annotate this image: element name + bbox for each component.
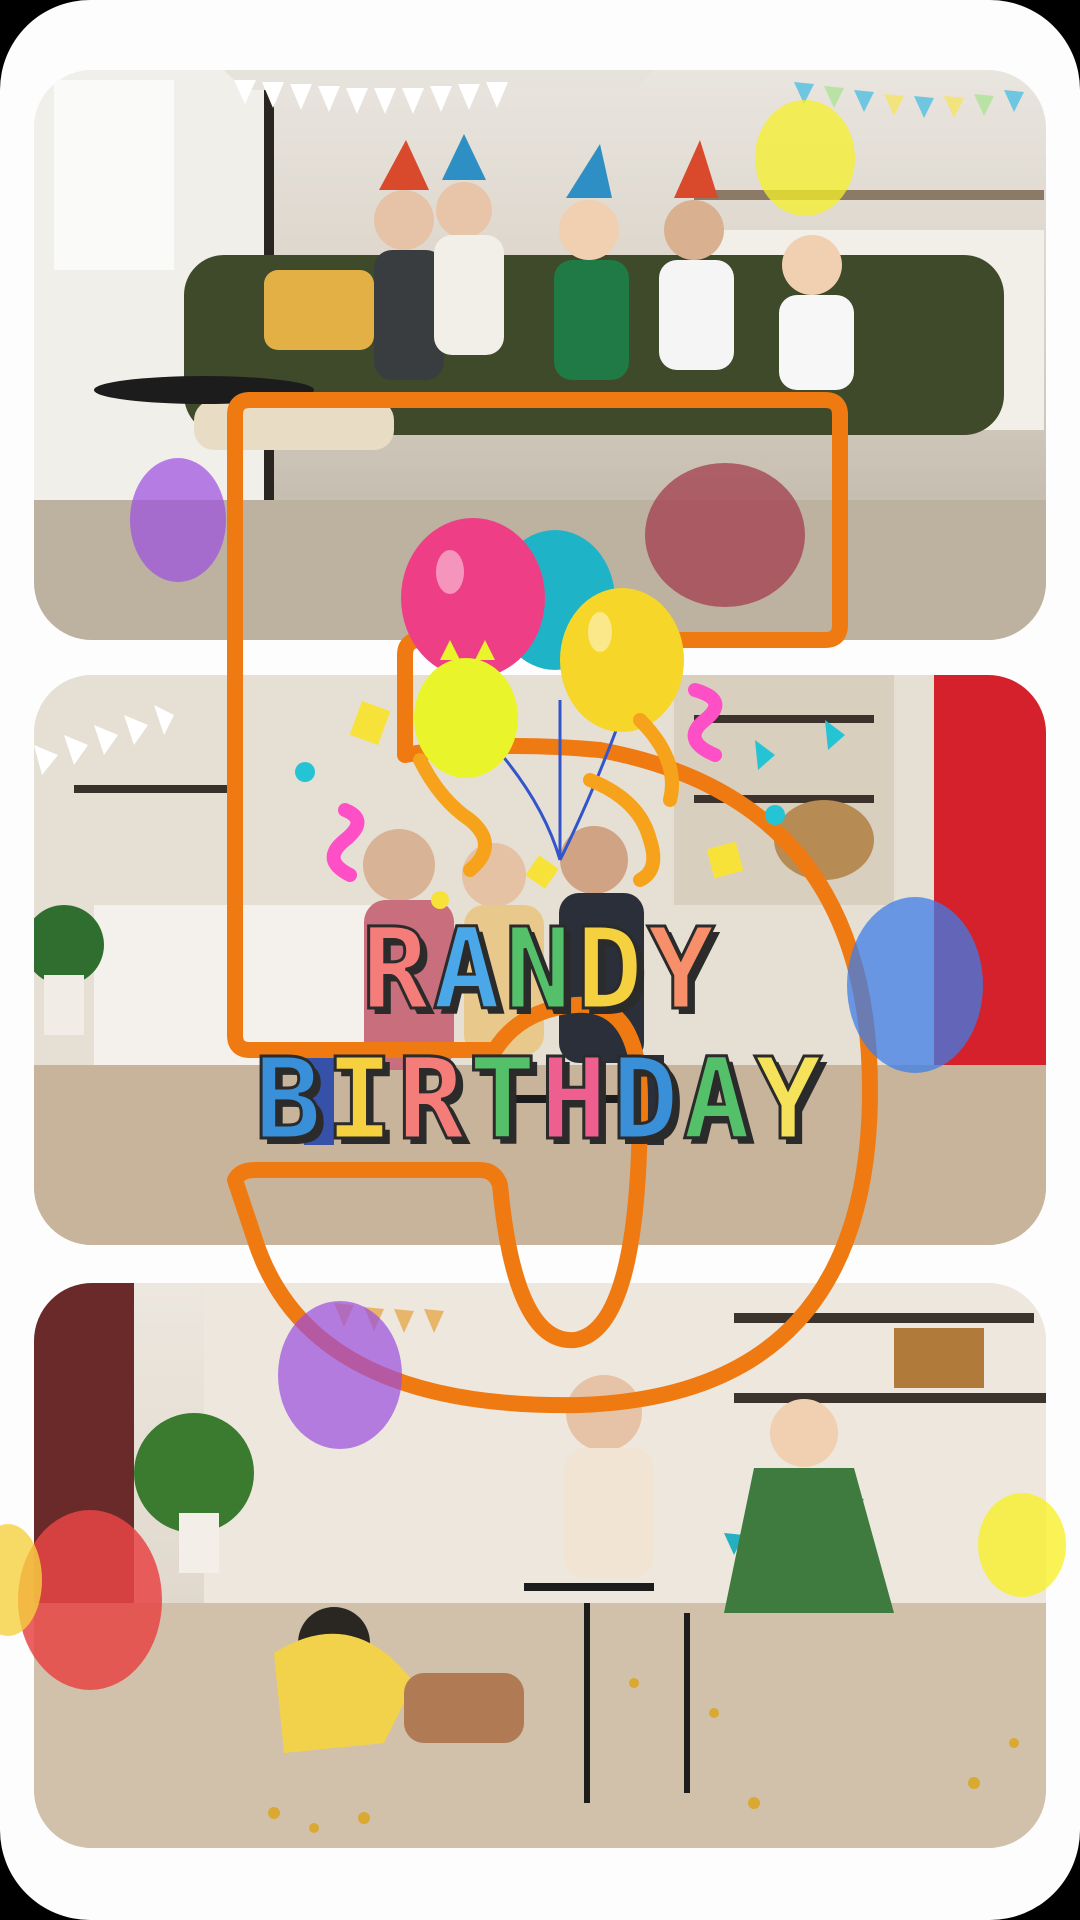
- title-letter: I: [324, 1034, 398, 1167]
- title-letter: R: [360, 904, 433, 1037]
- title-letter: H: [538, 1034, 612, 1167]
- title-birthday: BIRTHDAY: [0, 1034, 1080, 1167]
- title-letter: T: [467, 1034, 540, 1167]
- title-letter: N: [503, 904, 576, 1037]
- title-letter: A: [431, 904, 505, 1037]
- balloon-icon: [0, 100, 1066, 1690]
- title-letter: A: [681, 1034, 755, 1167]
- title-letter: R: [396, 1034, 469, 1167]
- title-name: RANDY: [0, 904, 1080, 1037]
- story-card: RANDY BIRTHDAY: [0, 0, 1080, 1920]
- title-letter: D: [574, 904, 648, 1037]
- title-letter: Y: [753, 1034, 826, 1167]
- title-letter: D: [610, 1034, 683, 1167]
- confetti-icon: [295, 700, 845, 909]
- title-letter: Y: [646, 904, 719, 1037]
- title-letter: B: [253, 1034, 326, 1167]
